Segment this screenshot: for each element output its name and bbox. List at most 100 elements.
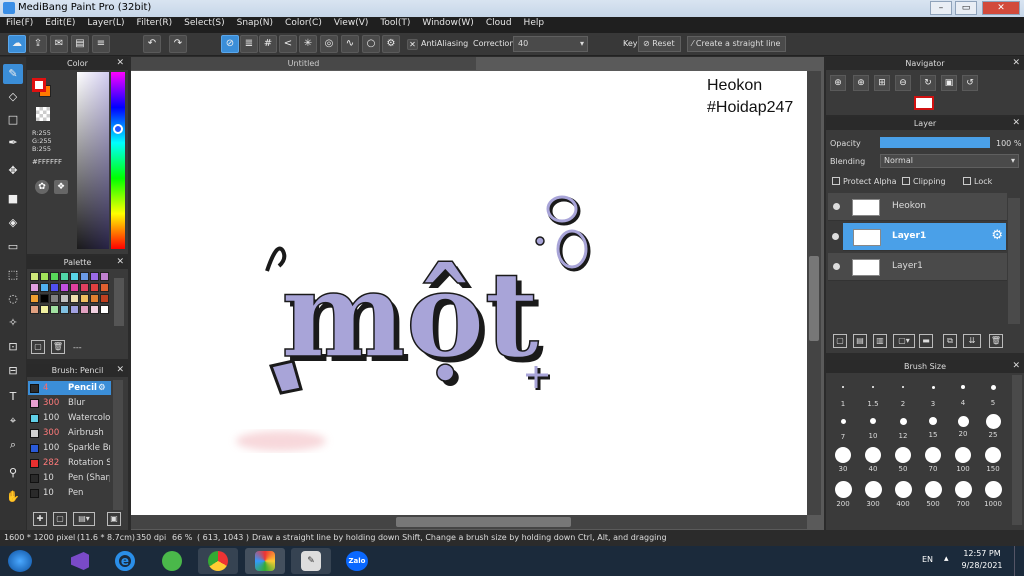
- menu-cloud[interactable]: Cloud: [480, 17, 518, 33]
- zoom-fit-icon[interactable]: ⊕: [830, 75, 846, 91]
- eye-icon[interactable]: [833, 263, 840, 270]
- magic-wand-tool-icon[interactable]: ✧: [3, 313, 23, 333]
- palette-swatch[interactable]: [60, 294, 69, 303]
- gradient-tool-icon[interactable]: ▭: [3, 237, 23, 257]
- chrome-icon[interactable]: [198, 548, 238, 574]
- dropper-tool-icon[interactable]: ⚲: [3, 463, 23, 483]
- palette-swatch[interactable]: [30, 294, 39, 303]
- brush-size-option[interactable]: 12: [888, 412, 918, 440]
- layer-settings-gear-icon[interactable]: ⚙: [991, 228, 1003, 243]
- curve-snap-icon[interactable]: ∿: [341, 35, 359, 53]
- delete-layer-icon[interactable]: 🗑: [989, 334, 1003, 348]
- palette-swatch[interactable]: [100, 283, 109, 292]
- saturation-value-box[interactable]: [77, 72, 109, 249]
- palette-swatch[interactable]: [40, 272, 49, 281]
- palette-swatch[interactable]: [80, 272, 89, 281]
- brush-menu-icon[interactable]: ▤▾: [73, 512, 95, 526]
- eyedropper-tool-icon[interactable]: ⌕: [3, 435, 23, 455]
- brush-size-option[interactable]: 200: [828, 480, 858, 508]
- eye-icon[interactable]: [832, 233, 839, 240]
- brush-item[interactable]: 300 Airbrush: [28, 426, 111, 440]
- menu-edit[interactable]: Edit(E): [39, 17, 81, 33]
- brush-item[interactable]: 100 Watercolor: [28, 411, 111, 425]
- snap-off-icon[interactable]: ⊘: [221, 35, 239, 53]
- antialiasing-checkbox[interactable]: ✕: [407, 39, 418, 50]
- select-rect-tool-icon[interactable]: ⬚: [3, 265, 23, 285]
- concentric-snap-icon[interactable]: ◎: [320, 35, 338, 53]
- menu-layer[interactable]: Layer(L): [81, 17, 130, 33]
- select-eraser-tool-icon[interactable]: ⊟: [3, 361, 23, 381]
- select-pen-tool-icon[interactable]: ⊡: [3, 337, 23, 357]
- palette-swatch[interactable]: [30, 305, 39, 314]
- settings-gear-icon[interactable]: ⚙: [382, 35, 400, 53]
- brush-size-option[interactable]: 3: [918, 378, 948, 408]
- palette-swatch[interactable]: [70, 305, 79, 314]
- clipping-checkbox[interactable]: Clipping: [902, 177, 946, 186]
- new-brush-icon[interactable]: ▢: [53, 512, 67, 526]
- brush-size-option[interactable]: 150: [978, 446, 1008, 474]
- brush-size-option[interactable]: 50: [888, 446, 918, 474]
- duplicate-layer-icon[interactable]: ⧉: [943, 334, 957, 348]
- palette-scrollbar[interactable]: [114, 278, 124, 326]
- palette-swatch[interactable]: [90, 272, 99, 281]
- brush-size-option[interactable]: 70: [918, 446, 948, 474]
- palette-swatch[interactable]: [50, 272, 59, 281]
- rectangle-tool-icon[interactable]: □: [3, 110, 23, 130]
- palette-swatch[interactable]: [80, 294, 89, 303]
- medibang-icon[interactable]: [245, 548, 285, 574]
- show-desktop-button[interactable]: [1014, 546, 1024, 576]
- add-layer-menu-icon[interactable]: ▢▾: [893, 334, 915, 348]
- palette-swatch[interactable]: [60, 305, 69, 314]
- menu-file[interactable]: File(F): [0, 17, 39, 33]
- brush-size-option[interactable]: 5: [978, 378, 1008, 407]
- horizontal-scrollbar[interactable]: [131, 515, 807, 529]
- palette-swatch[interactable]: [90, 294, 99, 303]
- close-button[interactable]: ✕: [982, 1, 1020, 15]
- menu-snap[interactable]: Snap(N): [231, 17, 279, 33]
- palette-swatch[interactable]: [80, 305, 89, 314]
- hue-handle[interactable]: [113, 124, 123, 134]
- close-icon[interactable]: ✕: [1012, 57, 1020, 70]
- brush-scrollbar[interactable]: [113, 380, 123, 510]
- actual-size-icon[interactable]: ⊞: [874, 75, 890, 91]
- new-palette-icon[interactable]: ▢: [31, 340, 45, 354]
- correction-select[interactable]: 40 ▾: [513, 36, 588, 52]
- grid-snap-icon[interactable]: #: [259, 35, 277, 53]
- palette-swatch[interactable]: [70, 294, 79, 303]
- eye-icon[interactable]: [833, 203, 840, 210]
- layer-item[interactable]: Heokon: [828, 193, 1007, 221]
- color-wheel-icon[interactable]: ✿: [35, 180, 49, 194]
- opacity-slider[interactable]: [880, 137, 990, 148]
- brush-size-option[interactable]: 10: [858, 412, 888, 440]
- palette-swatch[interactable]: [90, 283, 99, 292]
- minimize-button[interactable]: –: [930, 1, 952, 15]
- menu-filter[interactable]: Filter(R): [131, 17, 179, 33]
- text-tool-icon[interactable]: T: [3, 387, 23, 407]
- palette-swatch[interactable]: [40, 294, 49, 303]
- protect-alpha-checkbox[interactable]: Protect Alpha: [832, 177, 897, 186]
- palette-swatch[interactable]: [40, 283, 49, 292]
- primary-color-swatch[interactable]: [32, 78, 46, 92]
- pen-tool-icon[interactable]: ✒: [3, 133, 23, 153]
- brush-size-option[interactable]: 1.5: [858, 378, 888, 408]
- merge-layer-icon[interactable]: ⇊: [963, 334, 981, 348]
- color-sets-icon[interactable]: ❖: [54, 180, 68, 194]
- palette-swatch[interactable]: [60, 283, 69, 292]
- folder-icon[interactable]: ▬: [919, 334, 933, 348]
- zoom-out-icon[interactable]: ⊖: [895, 75, 911, 91]
- brush-size-option[interactable]: 1000: [978, 480, 1008, 508]
- palette-swatch[interactable]: [50, 294, 59, 303]
- palette-swatch[interactable]: [90, 305, 99, 314]
- canvas[interactable]: Heokon #Hoidap247 một một: [131, 71, 807, 515]
- brush-item[interactable]: 282 Rotation S: [28, 456, 111, 470]
- straight-line-button[interactable]: ⁄ Create a straight line: [687, 36, 786, 52]
- brush-settings-gear-icon[interactable]: ⚙: [98, 381, 106, 395]
- maximize-button[interactable]: ▭: [955, 1, 977, 15]
- layer-scrollbar[interactable]: [1008, 198, 1020, 324]
- notes-icon[interactable]: ≡: [92, 35, 110, 53]
- horizontal-scroll-thumb[interactable]: [396, 517, 571, 527]
- menu-help[interactable]: Help: [518, 17, 551, 33]
- redo-icon[interactable]: ↷: [169, 35, 187, 53]
- brush-tool-icon[interactable]: ✎: [3, 64, 23, 84]
- vertical-scroll-thumb[interactable]: [809, 256, 819, 341]
